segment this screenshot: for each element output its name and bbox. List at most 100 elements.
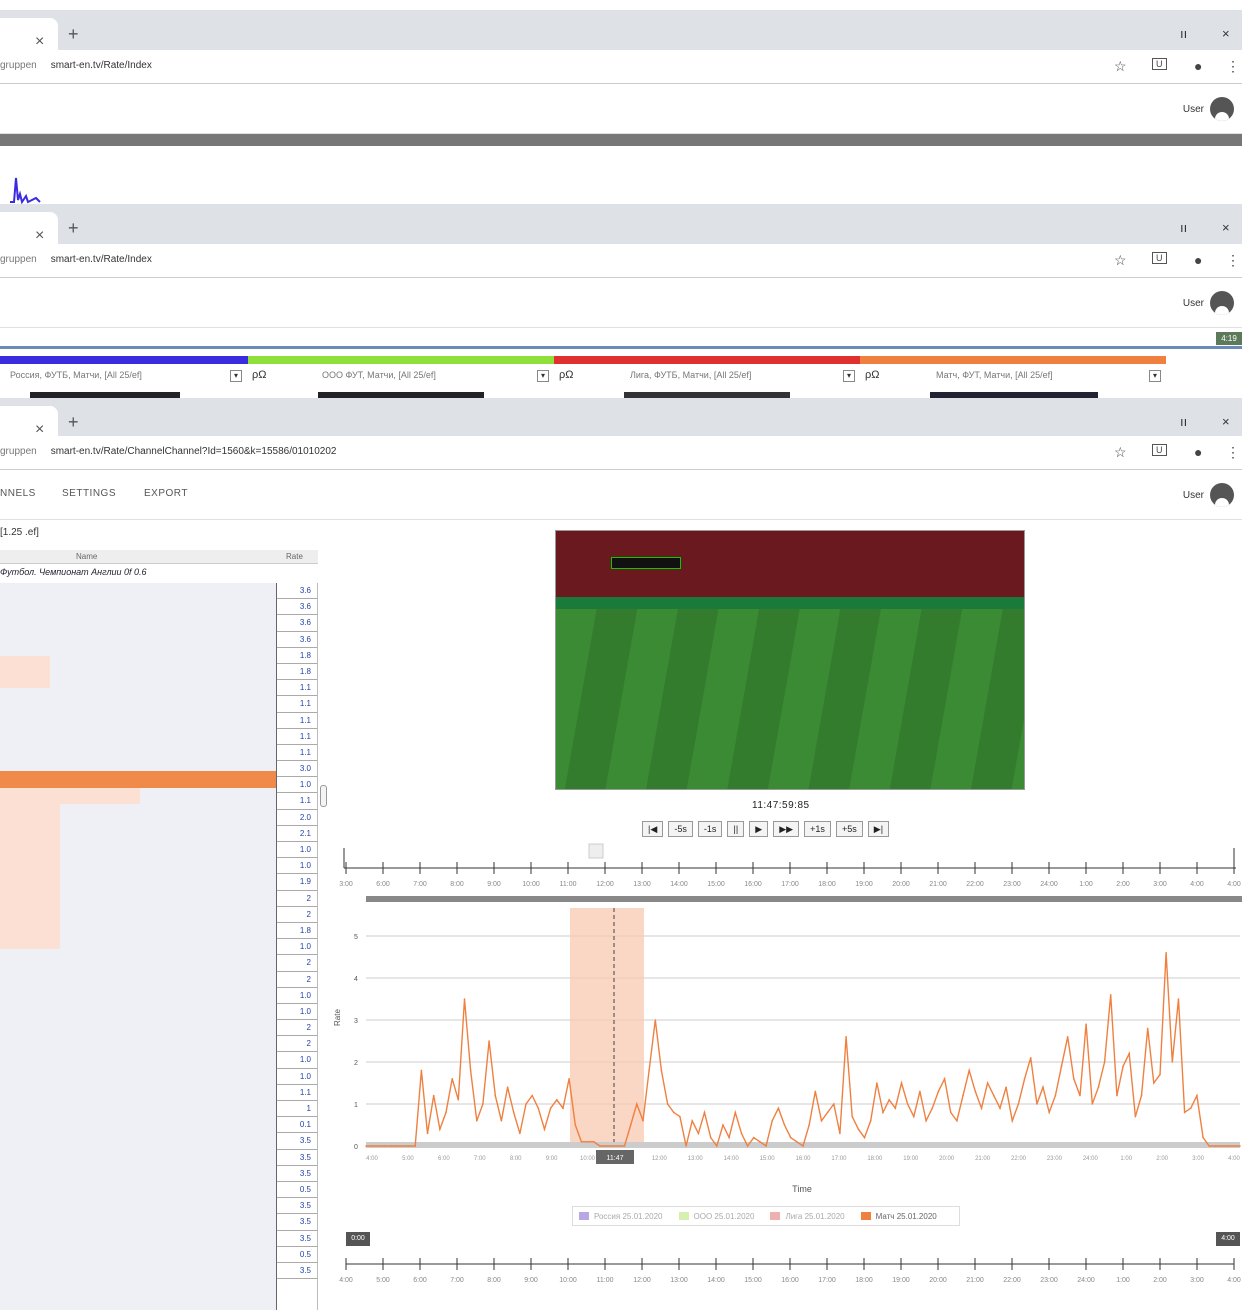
forward-1s-button[interactable]: +1s xyxy=(804,821,831,837)
dropdown-icon[interactable]: ▾ xyxy=(230,370,242,382)
channel-search-icon[interactable]: ρΩ xyxy=(252,369,266,381)
legend-label: Матч 25.01.2020 xyxy=(875,1211,937,1221)
x-tick-label: 2:00 xyxy=(1156,1156,1168,1162)
rate-cell: 3.5 xyxy=(277,1198,317,1215)
nav-channels[interactable]: NNELS xyxy=(0,488,36,499)
data-point xyxy=(617,1145,620,1147)
channel-select[interactable]: Россия, ФУТБ, Матчи, [All 25/ef] xyxy=(10,370,142,380)
address-bar[interactable]: gruppen smart-en.tv/Rate/ChannelChannel?I… xyxy=(0,436,1242,470)
channel-search-icon[interactable]: ρΩ xyxy=(865,369,879,381)
legend-item[interactable]: Россия 25.01.2020 xyxy=(579,1212,663,1221)
rate-chart[interactable]: 0 1 2 3 4 5 Rate 4:00 5:00 6:00 7:00 8:00 9:00 10:00 1… xyxy=(330,906,1242,1206)
fast-forward-button[interactable]: ▶▶ xyxy=(773,821,800,837)
data-point xyxy=(931,1107,934,1109)
timeline-playhead[interactable] xyxy=(588,843,604,859)
dropdown-icon[interactable]: ▾ xyxy=(1149,370,1161,382)
new-tab-icon[interactable]: + xyxy=(68,24,79,45)
browser-tab[interactable]: × xyxy=(0,212,58,244)
video-player[interactable] xyxy=(555,530,1025,790)
minimize-icon[interactable]: ıı xyxy=(1180,220,1187,235)
data-point xyxy=(759,1141,761,1143)
timeline-axis[interactable]: 3:00 6:00 7:00 8:00 9:00 10:00 11:00 12:00 13:00… xyxy=(336,840,1242,896)
play-button[interactable]: ▶ xyxy=(749,821,769,837)
range-tick-label: 15:00 xyxy=(744,1277,762,1284)
address-bar[interactable]: gruppen smart-en.tv/Rate/Index ☆ U ● ⋮ xyxy=(0,50,1242,84)
window-close-icon[interactable]: × xyxy=(1222,220,1230,235)
data-point xyxy=(1073,1078,1075,1080)
window-close-icon[interactable]: × xyxy=(1222,414,1230,429)
user-menu[interactable]: User xyxy=(1183,291,1234,315)
highlight-band[interactable] xyxy=(570,908,644,1146)
minimize-icon[interactable]: ıı xyxy=(1180,26,1187,41)
star-icon[interactable]: ☆ xyxy=(1114,252,1127,269)
address-bar[interactable]: gruppen smart-en.tv/Rate/Index ☆ U ● ⋮ xyxy=(0,244,1242,278)
channel-search-icon[interactable]: ρΩ xyxy=(559,369,573,381)
data-point xyxy=(1103,1061,1106,1063)
x-tick-label: 22:00 xyxy=(1011,1156,1027,1162)
column-header-name[interactable]: Name xyxy=(76,552,97,561)
forward-5s-button[interactable]: +5s xyxy=(835,821,863,837)
data-point xyxy=(506,1086,509,1088)
star-icon[interactable]: ☆ xyxy=(1114,444,1127,461)
user-menu[interactable]: User xyxy=(1183,97,1234,121)
rate-cell: 3.6 xyxy=(277,583,317,600)
channel-color-bar xyxy=(0,356,248,364)
channel-select[interactable]: Матч, ФУТ, Матчи, [All 25/ef] xyxy=(936,370,1053,380)
new-tab-icon[interactable]: + xyxy=(68,218,79,239)
jump-start-button[interactable]: |◀ xyxy=(642,821,664,837)
window-close-icon[interactable]: × xyxy=(1222,26,1230,41)
close-tab-icon[interactable]: × xyxy=(35,227,44,245)
account-icon[interactable]: ● xyxy=(1194,58,1202,74)
program-title[interactable]: Футбол. Чемпионат Англии 0f 0.6 xyxy=(0,567,147,577)
data-point xyxy=(986,1082,989,1084)
column-header-rate[interactable]: Rate xyxy=(286,552,303,561)
timeline-tick-label: 24:00 xyxy=(1040,881,1058,888)
account-icon[interactable]: ● xyxy=(1194,444,1202,460)
dropdown-icon[interactable]: ▾ xyxy=(843,370,855,382)
heat-bar xyxy=(0,788,140,804)
star-icon[interactable]: ☆ xyxy=(1114,58,1127,75)
jump-end-button[interactable]: ▶| xyxy=(867,821,890,837)
menu-icon[interactable]: ⋮ xyxy=(1226,58,1240,75)
timeline-scroller[interactable] xyxy=(366,896,1242,902)
heat-bar-selected[interactable] xyxy=(0,771,276,788)
app-header: User xyxy=(0,278,1242,328)
highlight-time-label: 11:47 xyxy=(607,1155,624,1162)
account-icon[interactable]: ● xyxy=(1194,252,1202,268)
extension-icon[interactable]: U xyxy=(1152,58,1167,70)
range-axis[interactable]: 4:00 5:00 6:00 7:00 8:00 9:00 10:00 11:00 12:00 1… xyxy=(336,1252,1242,1292)
data-point xyxy=(1048,1111,1050,1114)
minimize-icon[interactable]: ıı xyxy=(1180,414,1187,429)
channel-select[interactable]: ООО ФУТ, Матчи, [All 25/ef] xyxy=(322,370,436,380)
rate-cell: 3.6 xyxy=(277,615,317,632)
dropdown-icon[interactable]: ▾ xyxy=(537,370,549,382)
sidebar-scrollbar[interactable] xyxy=(320,785,327,807)
user-menu[interactable]: User xyxy=(1183,483,1234,507)
new-tab-icon[interactable]: + xyxy=(68,412,79,433)
data-point xyxy=(482,1103,484,1105)
range-end-handle[interactable]: 4:00 xyxy=(1216,1232,1240,1246)
legend-item[interactable]: Лига 25.01.2020 xyxy=(770,1212,845,1221)
data-point xyxy=(1233,1145,1235,1147)
back-1s-button[interactable]: -1s xyxy=(697,821,723,837)
legend-item[interactable]: ООО 25.01.2020 xyxy=(678,1212,754,1221)
menu-icon[interactable]: ⋮ xyxy=(1226,252,1240,269)
data-point xyxy=(494,1094,497,1097)
menu-icon[interactable]: ⋮ xyxy=(1226,444,1240,461)
range-start-handle[interactable]: 0:00 xyxy=(346,1232,370,1246)
legend-item[interactable]: Матч 25.01.2020 xyxy=(860,1211,937,1221)
nav-export[interactable]: EXPORT xyxy=(144,488,188,499)
browser-tab[interactable]: × xyxy=(0,18,58,50)
mini-spark-chart xyxy=(10,177,41,204)
channel-select[interactable]: Лига, ФУТБ, Матчи, [All 25/ef] xyxy=(630,370,751,380)
timeline-tick-label: 4:00 xyxy=(1227,881,1241,888)
rate-cell: 3.5 xyxy=(277,1166,317,1182)
browser-tab[interactable]: × xyxy=(0,406,58,438)
back-5s-button[interactable]: -5s xyxy=(668,821,693,837)
pause-button[interactable]: || xyxy=(727,821,745,837)
close-tab-icon[interactable]: × xyxy=(35,33,44,51)
data-point xyxy=(599,1145,601,1147)
extension-icon[interactable]: U xyxy=(1152,444,1167,456)
nav-settings[interactable]: SETTINGS xyxy=(62,488,116,499)
extension-icon[interactable]: U xyxy=(1152,252,1167,264)
